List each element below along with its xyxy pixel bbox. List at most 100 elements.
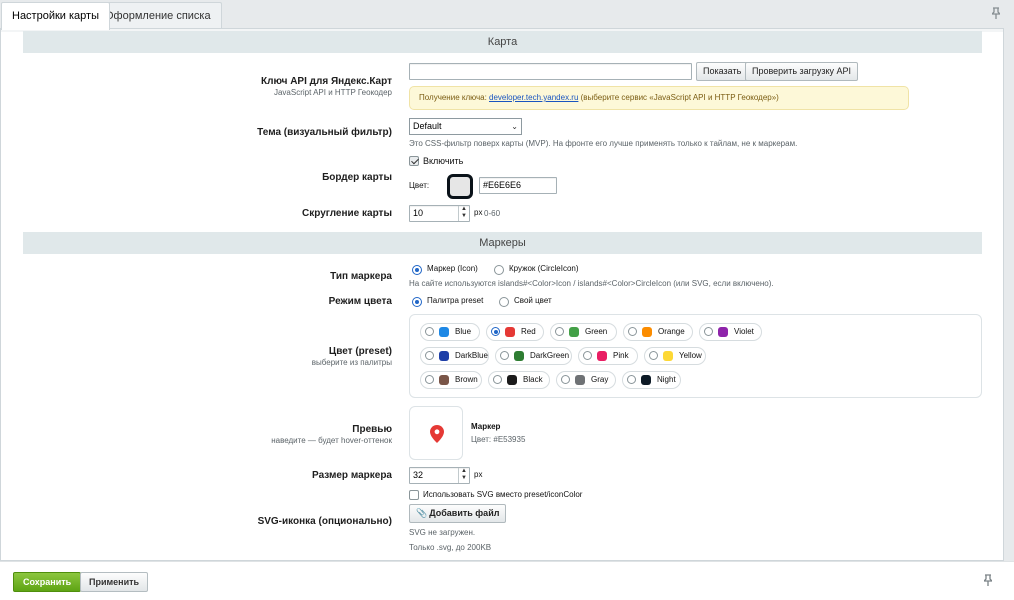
theme-select-value: Default (413, 121, 442, 131)
color-dot-icon (439, 351, 449, 361)
svg-status: SVG не загружен. (409, 528, 476, 537)
color-dot-icon (597, 351, 607, 361)
paperclip-icon: 📎 (416, 508, 428, 518)
preset-color-radio[interactable] (649, 351, 658, 360)
preset-color-radio[interactable] (425, 375, 434, 384)
api-key-input[interactable] (409, 63, 692, 80)
rounding-label: Скругление карты (302, 208, 392, 219)
add-file-label: Добавить файл (429, 508, 500, 518)
preset-color-sublabel: выберите из палитры (311, 358, 392, 367)
notice-suffix: (выберите сервис «JavaScript API и HTTP … (578, 93, 779, 102)
preset-color-radio[interactable] (704, 327, 713, 336)
preview-title: Маркер (471, 422, 501, 431)
border-color-input[interactable]: #E6E6E6 (479, 177, 557, 194)
svg-limit: Только .svg, до 200KB (409, 543, 492, 552)
marker-size-spinner[interactable]: ▲ ▼ (458, 468, 469, 483)
developer-link[interactable]: developer.tech.yandex.ru (489, 93, 578, 102)
preset-color-name: DarkGreen (530, 351, 570, 360)
preset-color-name: Red (521, 327, 536, 336)
preset-color-radio[interactable] (627, 375, 636, 384)
preset-color-option[interactable]: Green (550, 323, 617, 341)
preset-color-radio[interactable] (583, 351, 592, 360)
preset-color-radio[interactable] (561, 375, 570, 384)
theme-select[interactable]: Default ⌄ (409, 118, 522, 135)
preset-color-radio[interactable] (425, 351, 434, 360)
color-mode-custom-radio[interactable] (499, 297, 509, 307)
border-color-label: Цвет: (409, 181, 430, 190)
apply-button[interactable]: Применить (80, 572, 149, 592)
preset-color-name: Green (585, 327, 608, 336)
marker-type-icon-label: Маркер (Icon) (427, 264, 478, 273)
border-enable-checkbox[interactable] (409, 156, 419, 166)
rounding-unit: px (474, 208, 483, 217)
marker-type-circle-radio[interactable] (494, 265, 504, 275)
color-mode-custom-label: Свой цвет (514, 296, 552, 305)
preset-color-radio[interactable] (500, 351, 509, 360)
marker-size-input[interactable]: 32 ▲ ▼ (409, 467, 470, 484)
marker-type-icon-radio[interactable] (412, 265, 422, 275)
border-label: Бордер карты (322, 172, 392, 183)
preset-color-option[interactable]: Orange (623, 323, 693, 341)
border-enable-label: Включить (423, 156, 464, 166)
chevron-down-icon: ⌄ (511, 122, 518, 131)
preset-color-option[interactable]: DarkGreen (495, 347, 572, 365)
marker-size-value: 32 (413, 470, 424, 480)
preview-color-text: Цвет: #E53935 (471, 435, 526, 444)
color-dot-icon (439, 375, 449, 385)
notice-prefix: Получение ключа: (419, 93, 490, 102)
preset-color-option[interactable]: Violet (699, 323, 762, 341)
preset-color-option[interactable]: Red (486, 323, 544, 341)
color-mode-preset-label: Палитра preset (427, 296, 484, 305)
preset-color-name: DarkBlue (455, 351, 488, 360)
check-api-button[interactable]: Проверить загрузку API (745, 62, 858, 81)
tab-bar: Настройки карты Оформление списка (0, 0, 1014, 30)
preset-color-option[interactable]: Blue (420, 323, 480, 341)
color-dot-icon (642, 327, 652, 337)
marker-type-label: Тип маркера (330, 271, 392, 282)
preset-color-option[interactable]: Black (488, 371, 550, 389)
preset-color-radio[interactable] (425, 327, 434, 336)
preset-color-option[interactable]: Pink (578, 347, 638, 365)
use-svg-checkbox[interactable] (409, 490, 419, 500)
color-dot-icon (663, 351, 673, 361)
rounding-input[interactable]: 10 ▲ ▼ (409, 205, 470, 222)
preset-color-name: Violet (734, 327, 754, 336)
preview-label: Превью (352, 424, 392, 435)
api-key-notice: Получение ключа: developer.tech.yandex.r… (409, 86, 909, 110)
preset-color-option[interactable]: DarkBlue (420, 347, 489, 365)
border-color-swatch[interactable] (447, 174, 473, 199)
theme-label: Тема (визуальный фильтр) (257, 127, 392, 138)
preset-color-radio[interactable] (628, 327, 637, 336)
color-dot-icon (718, 327, 728, 337)
tab-list-style[interactable]: Оформление списка (94, 2, 222, 29)
preset-color-option[interactable]: Brown (420, 371, 482, 389)
marker-type-hint: На сайте используются islands#<Color>Ico… (409, 279, 774, 288)
scroll-gutter (1004, 28, 1014, 561)
preset-color-name: Yellow (679, 351, 702, 360)
preset-color-name: Pink (613, 351, 629, 360)
color-mode-preset-radio[interactable] (412, 297, 422, 307)
tab-map-settings[interactable]: Настройки карты (1, 2, 110, 30)
marker-type-circle-label: Кружок (CircleIcon) (509, 264, 579, 273)
svg-icon-label: SVG-иконка (опционально) (257, 516, 392, 527)
show-key-button[interactable]: Показать (696, 62, 749, 81)
pin-icon[interactable] (982, 574, 994, 589)
color-dot-icon (507, 375, 517, 385)
preset-color-option[interactable]: Night (622, 371, 681, 389)
add-file-button[interactable]: 📎 Добавить файл (409, 504, 507, 523)
preset-color-radio[interactable] (555, 327, 564, 336)
preset-color-option[interactable]: Yellow (644, 347, 706, 365)
preset-color-name: Gray (591, 375, 609, 384)
marker-preview[interactable] (409, 406, 463, 460)
color-dot-icon (505, 327, 515, 337)
color-mode-label: Режим цвета (328, 296, 392, 307)
preset-color-option[interactable]: Gray (556, 371, 616, 389)
theme-hint: Это CSS-фильтр поверх карты (MVP). На фр… (409, 139, 798, 148)
rounding-spinner[interactable]: ▲ ▼ (458, 206, 469, 221)
preset-color-name: Night (657, 375, 676, 384)
save-button[interactable]: Сохранить (13, 572, 82, 592)
preset-color-name: Orange (658, 327, 685, 336)
preset-color-radio[interactable] (493, 375, 502, 384)
pin-icon[interactable] (990, 7, 1002, 22)
preset-color-radio[interactable] (491, 327, 500, 336)
